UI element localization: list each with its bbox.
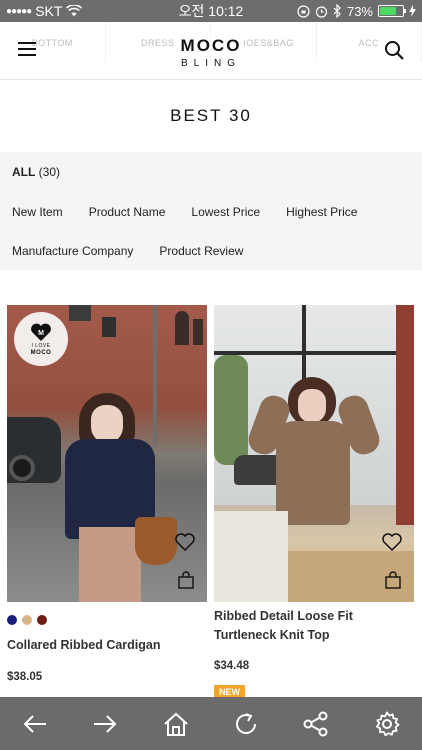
filter-all-count: (30) [38, 165, 61, 179]
sort-highest-price[interactable]: Highest Price [286, 205, 357, 219]
sweater-shape [276, 421, 350, 525]
product-image[interactable] [214, 305, 414, 602]
filter-all[interactable]: ALL (30) [12, 165, 60, 179]
window-shape [69, 305, 91, 321]
wishlist-heart-icon[interactable] [382, 533, 402, 551]
color-swatch[interactable] [22, 615, 32, 625]
paper-bag-shape [214, 511, 288, 602]
sort-lowest-price[interactable]: Lowest Price [191, 205, 260, 219]
badge-line1: I LOVE [31, 343, 51, 349]
shopping-bag-icon[interactable] [177, 571, 195, 589]
window-shape [193, 319, 203, 345]
status-left: ●●●●● SKT [6, 3, 297, 19]
heart-logo-icon: M [31, 323, 51, 341]
tree-shape [214, 355, 248, 465]
product-price: $38.05 [7, 671, 43, 683]
shopping-bag-icon[interactable] [384, 571, 402, 589]
signal-icon: ●●●●● [6, 5, 32, 17]
status-right: 73% [297, 4, 416, 19]
logo-line1: MOCO [178, 36, 244, 55]
filter-all-label: ALL [12, 165, 36, 179]
window-shape [175, 311, 189, 345]
page-title: BEST 30 [170, 106, 252, 125]
face-shape [298, 389, 326, 423]
back-arrow-icon[interactable] [20, 709, 50, 739]
logo-line2: BLING [180, 58, 241, 69]
product-name[interactable]: Collared Ribbed Cardigan [7, 636, 207, 655]
badge-line2: MOCO [30, 350, 52, 356]
search-icon[interactable] [384, 40, 404, 60]
bottom-toolbar [0, 697, 422, 750]
forward-arrow-icon[interactable] [90, 709, 120, 739]
product-image[interactable]: M I LOVE MOCO [7, 305, 207, 602]
wishlist-heart-icon[interactable] [175, 533, 195, 551]
battery-percent: 73% [346, 3, 373, 19]
battery-icon [378, 5, 406, 17]
app-header: BOTTOM DRESS SHOES&BAG ACC MOCO BLING [0, 22, 422, 80]
product-price: $34.48 [214, 660, 250, 672]
sort-row-2: Manufacture Company Product Review [12, 244, 269, 258]
status-bar: ●●●●● SKT 오전 10:12 73% [0, 0, 422, 22]
brand-logo[interactable]: MOCO BLING [0, 37, 422, 69]
color-swatch[interactable] [37, 615, 47, 625]
face-shape [91, 405, 123, 443]
window-arch-shape [396, 305, 414, 525]
svg-text:M: M [38, 330, 44, 337]
sort-product-name[interactable]: Product Name [89, 205, 166, 219]
product-card[interactable]: Ribbed Detail Loose Fit Turtleneck Knit … [214, 305, 414, 700]
alarm-icon [315, 5, 328, 18]
product-card[interactable]: M I LOVE MOCO Collared Ribbed Cardigan $… [7, 305, 207, 683]
carrier-label: SKT [35, 3, 63, 19]
color-swatches [7, 615, 207, 625]
title-section: BEST 30 [0, 81, 422, 151]
window-shape [102, 317, 116, 337]
bag-shape [135, 517, 177, 565]
sort-row-1: New Item Product Name Lowest Price Highe… [12, 205, 383, 219]
pants-shape [79, 527, 141, 602]
battery-fill [380, 7, 397, 15]
sort-product-review[interactable]: Product Review [159, 244, 243, 258]
sort-manufacture-company[interactable]: Manufacture Company [12, 244, 133, 258]
settings-icon[interactable] [372, 709, 402, 739]
filter-panel: ALL (30) New Item Product Name Lowest Pr… [0, 152, 422, 270]
share-icon[interactable] [301, 709, 331, 739]
pole-shape [153, 305, 157, 445]
brand-badge: M I LOVE MOCO [14, 312, 68, 366]
home-icon[interactable] [161, 709, 191, 739]
charging-icon [409, 5, 416, 17]
refresh-icon[interactable] [231, 709, 261, 739]
color-swatch[interactable] [7, 615, 17, 625]
wheel-shape [9, 455, 35, 481]
product-name[interactable]: Ribbed Detail Loose Fit Turtleneck Knit … [214, 607, 414, 645]
product-grid: M I LOVE MOCO Collared Ribbed Cardigan $… [7, 305, 415, 700]
sort-new-item[interactable]: New Item [12, 205, 63, 219]
bluetooth-icon [333, 4, 341, 18]
wifi-icon [66, 5, 83, 17]
orientation-lock-icon [297, 4, 310, 18]
